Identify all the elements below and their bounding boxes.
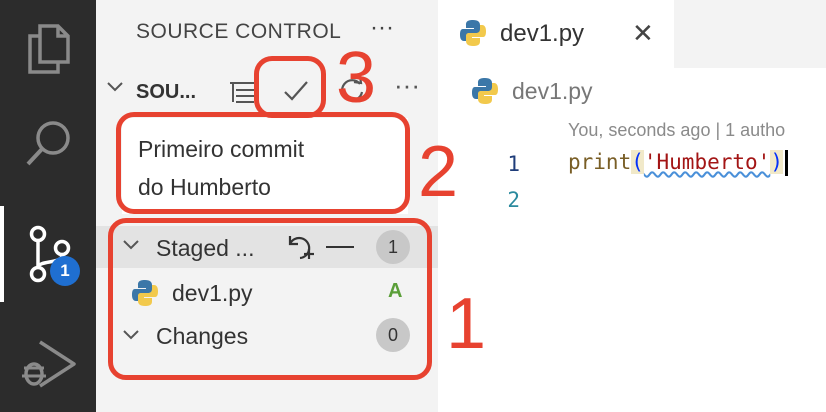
list-tree-icon[interactable]	[228, 80, 256, 111]
run-debug-button[interactable]	[0, 316, 96, 412]
line-number: 2	[507, 188, 520, 212]
python-file-icon	[470, 76, 500, 111]
repository-name: SOU...	[136, 81, 197, 103]
annotation-box-2	[116, 112, 410, 214]
python-file-icon	[458, 18, 488, 53]
text-cursor	[784, 150, 788, 176]
editor-area: dev1.py ✕ dev1.py You, seconds ago | 1 a…	[438, 0, 826, 412]
annotation-box-1	[108, 218, 432, 380]
chevron-down-icon[interactable]	[106, 76, 124, 102]
run-debug-icon	[22, 340, 76, 388]
search-button[interactable]	[0, 96, 96, 192]
source-control-button[interactable]	[0, 206, 96, 302]
repo-more-button[interactable]: ···	[394, 70, 420, 101]
panel-title: SOURCE CONTROL	[136, 20, 342, 43]
search-icon	[26, 121, 70, 166]
tab-dev1-py[interactable]: dev1.py ✕	[438, 0, 674, 68]
line-number: 1	[507, 152, 520, 176]
annotation-number: 2	[418, 132, 459, 212]
scm-badge: 1	[50, 256, 80, 286]
explorer-button[interactable]	[0, 0, 96, 96]
close-icon[interactable]: ✕	[632, 18, 654, 49]
code-string: 'Humberto'	[643, 150, 771, 174]
files-icon	[28, 24, 70, 74]
code-paren: )	[770, 150, 783, 174]
tab-bar: dev1.py ✕	[438, 0, 826, 68]
code-paren: (	[631, 150, 644, 174]
git-blame-annotation[interactable]: You, seconds ago | 1 autho	[568, 120, 785, 141]
breadcrumb-file[interactable]: dev1.py	[512, 78, 593, 105]
activity-bar: 1	[0, 0, 96, 412]
code-function: print	[568, 150, 632, 174]
annotation-number: 1	[446, 284, 487, 364]
tab-label: dev1.py	[500, 20, 585, 47]
annotation-number: 3	[336, 38, 377, 118]
code-line[interactable]: print('Humberto')	[568, 150, 788, 176]
annotation-box-3	[254, 56, 326, 118]
